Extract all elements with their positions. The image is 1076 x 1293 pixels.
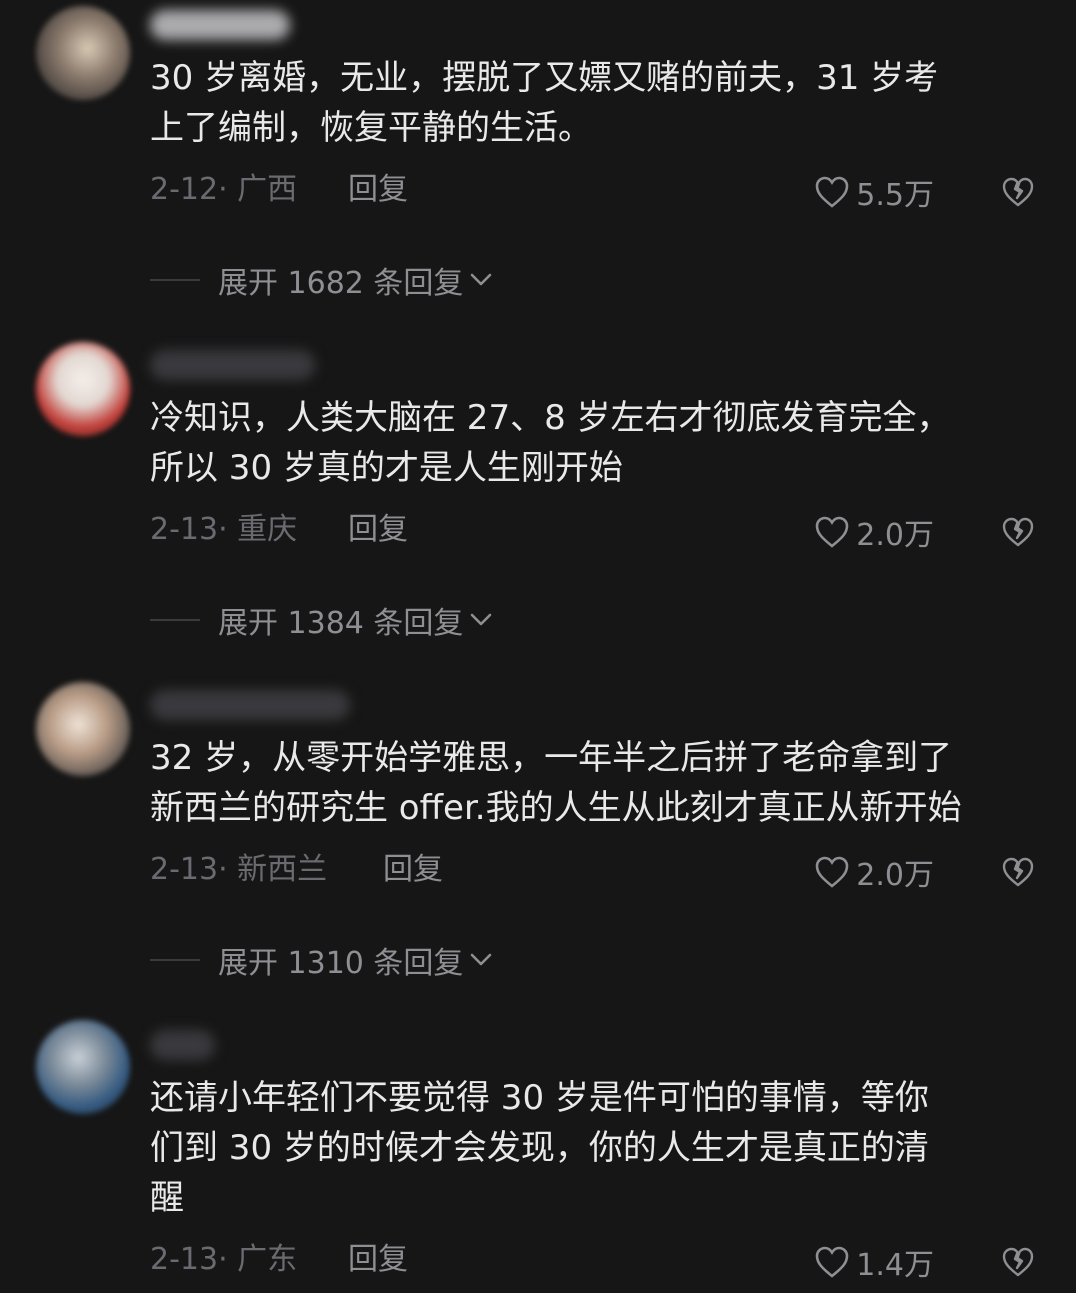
broken-heart-icon [1002,177,1034,207]
expand-replies-label: 展开 1682 条回复 [218,266,464,301]
comment-list: 30 岁离婚，无业，摆脱了又嫖又赌的前夫，31 岁考 上了编制，恢复平静的生活。… [0,0,1076,1293]
heart-outline-icon [815,856,849,888]
like-count: 1.4万 [856,1248,934,1283]
divider [150,279,200,281]
expand-replies-button[interactable]: 展开 1384 条回复 [150,600,493,641]
avatar[interactable] [36,682,130,776]
comment-date: 2-13· [150,1242,228,1277]
comment-location: 广西 [237,172,298,207]
comment-location: 广东 [237,1242,298,1277]
avatar[interactable] [36,6,130,100]
comment-meta: 2-13· 广东 [150,1240,297,1280]
username-blurred[interactable] [150,10,290,40]
username-blurred[interactable] [150,350,315,380]
comment-meta: 2-13· 重庆 [150,510,297,550]
heart-outline-icon [815,176,849,208]
broken-heart-icon [1002,1247,1034,1277]
dislike-button[interactable] [1000,512,1036,552]
like-button[interactable]: 2.0万 [814,512,934,553]
like-count: 5.5万 [856,178,934,213]
comment-date: 2-13· [150,852,228,887]
expand-replies-label: 展开 1310 条回复 [218,946,464,981]
like-count: 2.0万 [856,858,934,893]
comment-text: 32 岁，从零开始学雅思，一年半之后拼了老命拿到了 新西兰的研究生 offer.… [150,738,962,828]
expand-replies-button[interactable]: 展开 1682 条回复 [150,260,493,301]
heart-outline-icon [815,1246,849,1278]
chevron-down-icon [471,953,492,966]
like-button[interactable]: 2.0万 [814,852,934,893]
like-count: 2.0万 [856,518,934,553]
comment-date: 2-12· [150,172,228,207]
reply-button[interactable]: 回复 [383,850,443,890]
comment-date: 2-13· [150,512,228,547]
username-blurred[interactable] [150,690,350,720]
comment-meta: 2-13· 新西兰 [150,850,327,890]
reply-button[interactable]: 回复 [348,170,408,210]
expand-replies-label: 展开 1384 条回复 [218,606,464,641]
reply-button[interactable]: 回复 [348,510,408,550]
like-button[interactable]: 5.5万 [814,172,934,213]
chevron-down-icon [471,273,492,286]
dislike-button[interactable] [1000,1242,1036,1282]
username-blurred[interactable] [150,1030,215,1060]
like-button[interactable]: 1.4万 [814,1242,934,1283]
comment-text: 30 岁离婚，无业，摆脱了又嫖又赌的前夫，31 岁考 上了编制，恢复平静的生活。 [150,58,939,148]
chevron-down-icon [471,613,492,626]
comment-location: 重庆 [237,512,298,547]
divider [150,619,200,621]
expand-replies-button[interactable]: 展开 1310 条回复 [150,940,493,981]
comment-location: 新西兰 [237,852,328,887]
comment-text: 冷知识，人类大脑在 27、8 岁左右才彻底发育完全， 所以 30 岁真的才是人生… [150,398,951,488]
reply-button[interactable]: 回复 [348,1240,408,1280]
avatar[interactable] [36,342,130,436]
dislike-button[interactable] [1000,172,1036,212]
avatar[interactable] [36,1020,130,1114]
divider [150,959,200,961]
comment-meta: 2-12· 广西 [150,170,297,210]
broken-heart-icon [1002,517,1034,547]
heart-outline-icon [815,516,849,548]
comment-text: 还请小年轻们不要觉得 30 岁是件可怕的事情，等你 们到 30 岁的时候才会发现… [150,1078,929,1218]
broken-heart-icon [1002,857,1034,887]
dislike-button[interactable] [1000,852,1036,892]
